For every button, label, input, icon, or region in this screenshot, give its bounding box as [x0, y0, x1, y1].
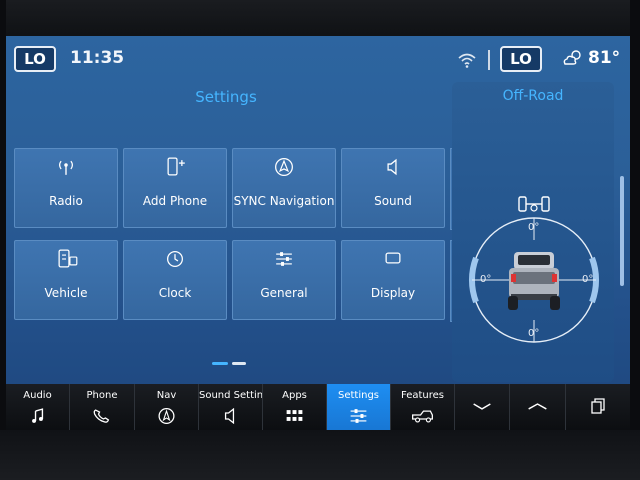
tile-sound[interactable]: Sound: [341, 148, 445, 228]
settings-tiles: Radio Add Phone SYNC Navigation Sound Ve…: [14, 148, 456, 326]
weather-cloud-icon: [563, 50, 581, 65]
tile-clock[interactable]: Clock: [123, 240, 227, 320]
tile-label: Display: [370, 286, 416, 300]
navigation-icon: [275, 158, 293, 176]
settings-title: Settings: [195, 88, 257, 106]
offroad-scrollbar[interactable]: [620, 176, 624, 286]
nav-sound-settings-button[interactable]: Sound Settings: [199, 384, 263, 430]
nav-cards-button[interactable]: [566, 384, 630, 430]
wifi-icon: [458, 53, 476, 68]
tile-radio[interactable]: Radio: [14, 148, 118, 228]
nav-label: Nav: [156, 390, 177, 401]
tile-label: Clock: [158, 286, 192, 300]
tile-vehicle[interactable]: Vehicle: [14, 240, 118, 320]
sliders-icon: [276, 252, 292, 266]
truck-rear-icon: [508, 252, 560, 310]
clock-icon: [167, 251, 183, 267]
bottom-nav-bar: Audio Phone Nav Sound Settings: [6, 384, 630, 430]
nav-apps-button[interactable]: Apps: [263, 384, 327, 430]
climate-left-button[interactable]: LO: [14, 46, 56, 72]
nav-navigation-button[interactable]: Nav: [135, 384, 199, 430]
outside-temperature: 81°: [588, 48, 621, 68]
sliders-icon: [350, 409, 367, 423]
tile-label: Vehicle: [44, 286, 88, 300]
chevron-down-icon: [473, 403, 491, 410]
nav-label: Sound Settings: [199, 390, 262, 401]
phone-icon: [93, 409, 110, 423]
speaker-icon: [387, 158, 397, 176]
tile-label: Radio: [49, 194, 83, 208]
speaker-icon: [224, 408, 235, 424]
nav-scroll-up-button[interactable]: [510, 384, 566, 430]
tile-label: General: [260, 286, 308, 300]
radio-icon: [58, 160, 74, 175]
chevron-up-icon: [528, 403, 547, 410]
truck-icon: [412, 410, 433, 423]
axle-icon: [518, 196, 550, 212]
page-indicator[interactable]: [232, 362, 246, 365]
bezel-top: [0, 0, 640, 38]
clock-time: 11:35: [70, 48, 125, 68]
display-icon: [385, 252, 401, 264]
pitch-angle-top: 0°: [528, 222, 540, 233]
nav-label: Features: [401, 390, 444, 401]
nav-features-button[interactable]: Features: [391, 384, 455, 430]
tile-label: SYNC Navigation: [233, 194, 335, 208]
tile-sync-navigation[interactable]: SYNC Navigation: [232, 148, 336, 228]
tile-label: Sound: [374, 194, 412, 208]
add-phone-icon: [167, 157, 185, 176]
nav-label: Settings: [337, 390, 379, 401]
nav-scroll-down-button[interactable]: [455, 384, 510, 430]
music-note-icon: [32, 408, 44, 423]
roll-angle-left: 0°: [480, 274, 492, 285]
apps-grid-icon: [286, 410, 303, 421]
nav-label: Apps: [282, 390, 307, 401]
page-indicator-active[interactable]: [212, 362, 228, 365]
status-divider: [488, 50, 490, 70]
roll-angle-right: 0°: [582, 274, 594, 285]
navigation-icon: [158, 408, 175, 424]
nav-settings-button[interactable]: Settings: [327, 384, 391, 430]
climate-right-button[interactable]: LO: [500, 46, 542, 72]
tile-add-phone[interactable]: Add Phone: [123, 148, 227, 228]
nav-phone-button[interactable]: Phone: [70, 384, 135, 430]
bezel-bottom: [0, 430, 640, 480]
tile-display[interactable]: Display: [341, 240, 445, 320]
screen: LO 11:35 LO 81° Settings Radio Add Phone…: [6, 36, 630, 430]
vehicle-icon: [58, 249, 78, 268]
tile-label: Add Phone: [142, 194, 208, 208]
pitch-angle-bottom: 0°: [528, 328, 540, 339]
bezel-right: [630, 0, 640, 480]
nav-label: Audio: [23, 390, 52, 401]
cards-icon: [591, 398, 605, 414]
nav-audio-button[interactable]: Audio: [6, 384, 70, 430]
offroad-panel[interactable]: Off-Road 0° 0° 0° 0°: [452, 82, 614, 382]
status-bar: LO 11:35 LO 81°: [6, 36, 630, 80]
nav-label: Phone: [86, 390, 118, 401]
tile-general[interactable]: General: [232, 240, 336, 320]
